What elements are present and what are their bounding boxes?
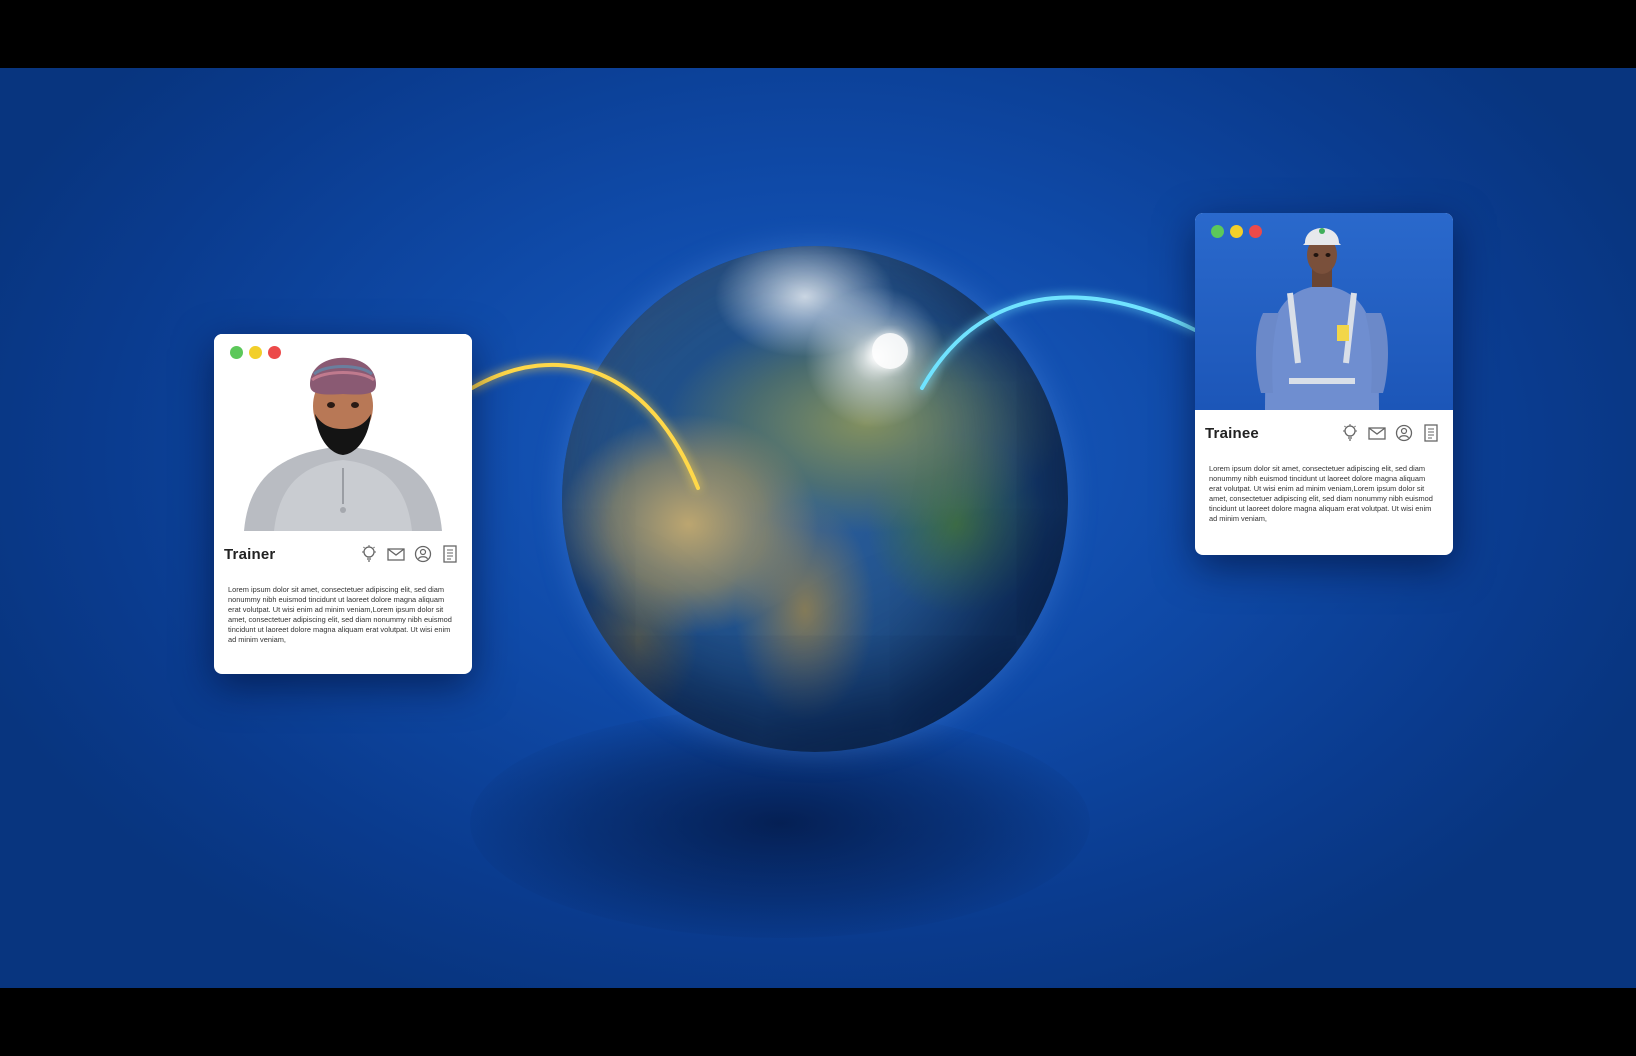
letterbox-bottom xyxy=(0,988,1636,1056)
window-controls xyxy=(1211,225,1262,238)
earth-globe xyxy=(562,246,1068,752)
window-controls xyxy=(230,346,281,359)
green-dot xyxy=(230,346,243,359)
trainee-card-header: Trainee xyxy=(1195,410,1453,456)
trainer-card-actions xyxy=(359,544,460,564)
yellow-dot xyxy=(249,346,262,359)
red-dot xyxy=(1249,225,1262,238)
trainer-description: Lorem ipsum dolor sit amet, consectetuer… xyxy=(228,585,452,644)
trainee-avatar-image xyxy=(1195,213,1453,410)
trainee-card-actions xyxy=(1340,423,1441,443)
trainee-avatar xyxy=(1256,228,1388,410)
yellow-dot xyxy=(1230,225,1243,238)
trainer-avatar xyxy=(244,357,442,531)
user-icon[interactable] xyxy=(1394,423,1414,443)
document-icon[interactable] xyxy=(440,544,460,564)
mail-icon[interactable] xyxy=(386,544,406,564)
lightbulb-icon[interactable] xyxy=(359,544,379,564)
trainee-card[interactable]: Trainee Lorem ipsum dolor sit amet, cons… xyxy=(1195,213,1453,555)
letterbox-top xyxy=(0,0,1636,68)
user-icon[interactable] xyxy=(413,544,433,564)
document-icon[interactable] xyxy=(1421,423,1441,443)
mail-icon[interactable] xyxy=(1367,423,1387,443)
trainer-card[interactable]: Trainer Lorem ipsum dolor sit amet, cons… xyxy=(214,334,472,674)
trainee-title: Trainee xyxy=(1205,424,1259,442)
trainer-card-header: Trainer xyxy=(214,531,472,577)
trainer-avatar-image xyxy=(214,334,472,531)
lightbulb-icon[interactable] xyxy=(1340,423,1360,443)
green-dot xyxy=(1211,225,1224,238)
trainer-title: Trainer xyxy=(224,545,276,563)
red-dot xyxy=(268,346,281,359)
scene-stage: Trainer Lorem ipsum dolor sit amet, cons… xyxy=(0,68,1636,988)
trainee-description: Lorem ipsum dolor sit amet, consectetuer… xyxy=(1209,464,1433,523)
